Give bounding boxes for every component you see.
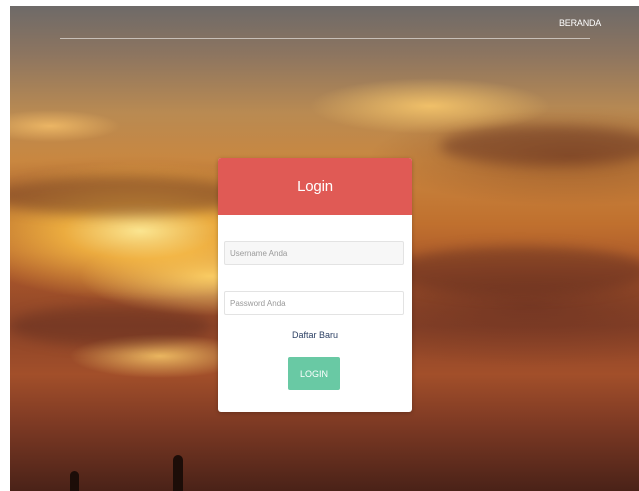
person-silhouette [70,471,79,491]
login-card: Login Daftar Baru LOGIN [218,158,412,412]
header-divider [60,38,590,39]
username-input[interactable] [224,241,404,265]
nav-link-beranda[interactable]: BERANDA [559,18,601,28]
login-card-header: Login [218,158,412,215]
register-link[interactable]: Daftar Baru [218,330,412,340]
cloud-shape [10,306,210,346]
person-silhouette [173,455,183,491]
login-title: Login [297,178,333,195]
cloud-shape [390,246,639,296]
login-button[interactable]: LOGIN [288,357,340,390]
password-input[interactable] [224,291,404,315]
